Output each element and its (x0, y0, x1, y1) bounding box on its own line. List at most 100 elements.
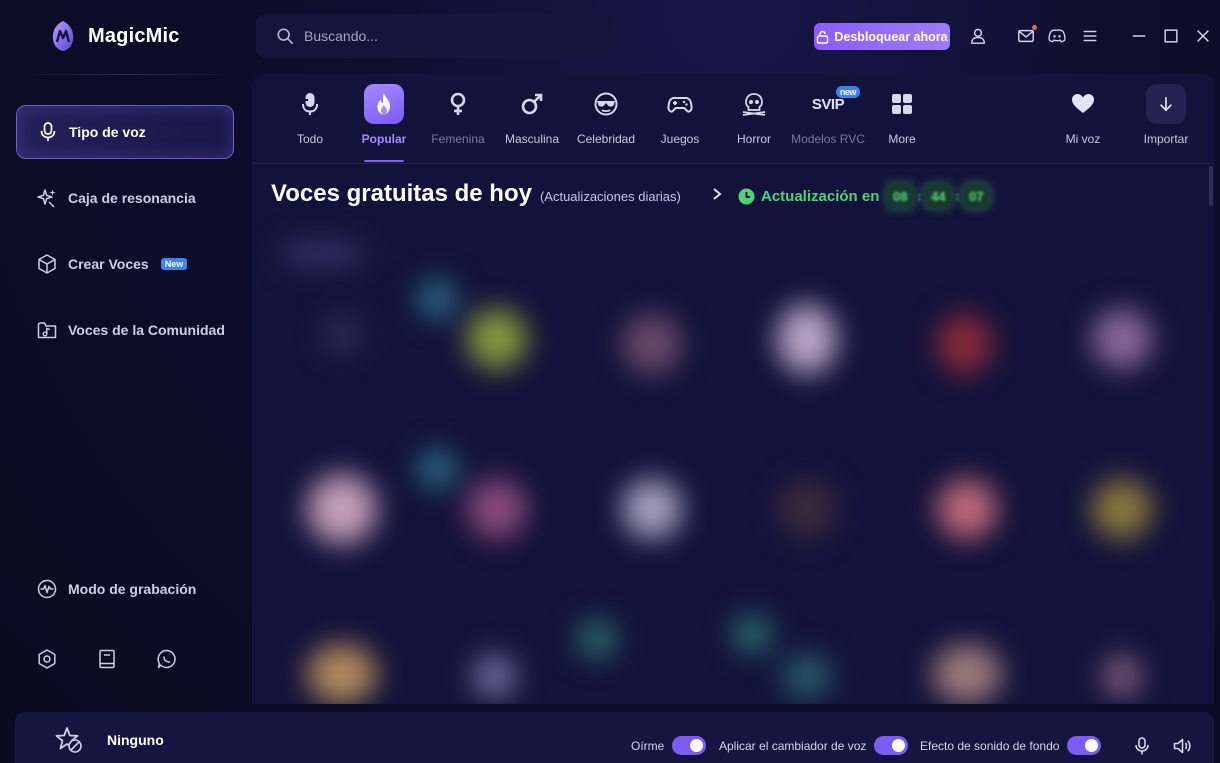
category-tabs: Todo Popular Femenina Masculina Celebrid… (252, 74, 1214, 164)
blurred-avatar (937, 314, 992, 374)
tab-label: Todo (296, 132, 324, 146)
microphone-icon (290, 84, 330, 124)
blurred-avatar (472, 654, 517, 699)
sidebar-item-caja-de-resonancia[interactable]: Caja de resonancia (16, 171, 234, 225)
timer-separator: : (955, 189, 960, 203)
blurred-avatar (577, 619, 617, 659)
male-icon (512, 84, 552, 124)
blurred-avatar (1092, 479, 1152, 539)
music-folder-icon (37, 322, 57, 339)
blurred-avatar (1092, 309, 1152, 369)
blurred-avatar (622, 314, 682, 374)
tab-popular[interactable]: Popular (347, 84, 421, 162)
tab-femenina[interactable]: Femenina (421, 84, 495, 146)
tab-juegos[interactable]: Juegos (643, 84, 717, 146)
skull-icon (734, 84, 774, 124)
toggle-label: Efecto de sonido de fondo (920, 738, 1060, 753)
star-icon (55, 727, 82, 753)
tab-label: Femenina (431, 132, 485, 146)
section-subtitle: (Actualizaciones diarias) (539, 189, 681, 204)
tab-todo[interactable]: Todo (273, 84, 347, 146)
sunglasses-icon (586, 84, 626, 124)
blurred-label (282, 244, 362, 264)
blurred-avatar (732, 614, 772, 654)
tab-modelos-rvc[interactable]: SVIP new Modelos RVC (791, 84, 865, 146)
book-icon[interactable] (96, 648, 118, 670)
current-voice-label: Ninguno (107, 732, 164, 748)
fire-icon (364, 84, 404, 124)
clock-icon (738, 188, 755, 204)
discord-icon[interactable] (1047, 26, 1067, 46)
tab-label: Modelos RVC (791, 132, 865, 146)
new-badge: new (835, 85, 860, 98)
minimize-icon[interactable] (1129, 26, 1149, 46)
search-input[interactable] (304, 28, 584, 44)
app-window: MagicMic Desbloquear ahora Tipo de voz C… (0, 0, 1220, 763)
search-icon (277, 28, 294, 45)
blurred-avatar (777, 479, 837, 539)
countdown-timer: 08 : 44 : 07 (887, 184, 990, 208)
toggle-switch[interactable] (1067, 736, 1102, 755)
tab-importar[interactable]: Importar (1129, 84, 1203, 146)
cube-icon (38, 254, 56, 274)
tab-label: Horror (736, 132, 771, 146)
main-panel: Todo Popular Femenina Masculina Celebrid… (252, 74, 1214, 704)
current-voice[interactable]: Ninguno (55, 726, 164, 754)
toggle-switch[interactable] (874, 736, 909, 755)
blurred-avatar (937, 479, 997, 539)
timer-hours: 08 (887, 184, 914, 208)
blurred-avatar (467, 309, 527, 369)
scrollbar-thumb[interactable] (1209, 166, 1213, 206)
tab-label: Celebridad (576, 132, 636, 146)
blurred-avatar (417, 449, 457, 489)
toggle-aplicar-cambiador: Aplicar el cambiador de voz (719, 736, 909, 755)
blurred-avatar (932, 644, 1002, 704)
tab-label: Juegos (660, 132, 700, 146)
sidebar-bottom-icons (36, 648, 178, 670)
unlock-label: Desbloquear ahora (834, 29, 948, 44)
sidebar-item-label: Tipo de voz (69, 124, 146, 140)
tab-horror[interactable]: Horror (717, 84, 791, 146)
timer-separator: : (917, 189, 922, 203)
blurred-avatar (322, 314, 362, 354)
timer-seconds: 07 (963, 184, 990, 208)
settings-icon[interactable] (36, 648, 58, 670)
sidebar-item-tipo-de-voz[interactable]: Tipo de voz (16, 105, 234, 159)
app-title: MagicMic (88, 24, 180, 47)
speaker-icon[interactable] (1172, 736, 1192, 756)
tab-masculina[interactable]: Masculina (495, 84, 569, 146)
section-heading: Voces gratuitas de hoy (Actualizaciones … (271, 180, 681, 208)
tab-more[interactable]: More (865, 84, 939, 146)
menu-icon[interactable] (1080, 26, 1100, 46)
close-icon[interactable] (1193, 26, 1213, 46)
chevron-right-icon[interactable] (711, 187, 723, 201)
app-logo: MagicMic (50, 20, 180, 52)
user-icon[interactable] (968, 26, 988, 46)
tab-celebridad[interactable]: Celebridad (569, 84, 643, 146)
sidebar-item-label: Voces de la Comunidad (68, 322, 225, 338)
sparkle-icon (37, 189, 56, 208)
svip-text: SVIP new (812, 85, 860, 113)
chat-icon[interactable] (156, 648, 178, 670)
female-icon (438, 84, 478, 124)
sidebar-item-crear-voces[interactable]: Crear Voces New (16, 237, 234, 291)
blurred-avatar (307, 474, 377, 544)
update-label: Actualización en (761, 187, 880, 205)
svip-icon: SVIP new (808, 84, 860, 124)
new-badge: New (160, 258, 188, 270)
recording-mode-button[interactable]: Modo de grabación (16, 562, 234, 616)
sidebar-item-voces-de-la-comunidad[interactable]: Voces de la Comunidad (16, 303, 234, 357)
tab-mi-voz[interactable]: Mi voz (1046, 84, 1120, 146)
recording-mode-label: Modo de grabación (68, 581, 197, 597)
unlock-button[interactable]: Desbloquear ahora (814, 23, 950, 50)
search-bar[interactable] (256, 14, 614, 58)
microphone-icon[interactable] (1132, 736, 1152, 756)
tab-label: More (888, 132, 916, 146)
tab-label: Importar (1143, 132, 1189, 146)
blurred-avatar (777, 304, 837, 374)
maximize-icon[interactable] (1161, 26, 1181, 46)
toggle-switch[interactable] (672, 736, 707, 755)
logo-divider (22, 74, 232, 75)
tab-label: Mi voz (1065, 132, 1101, 146)
mail-icon[interactable] (1016, 25, 1037, 46)
